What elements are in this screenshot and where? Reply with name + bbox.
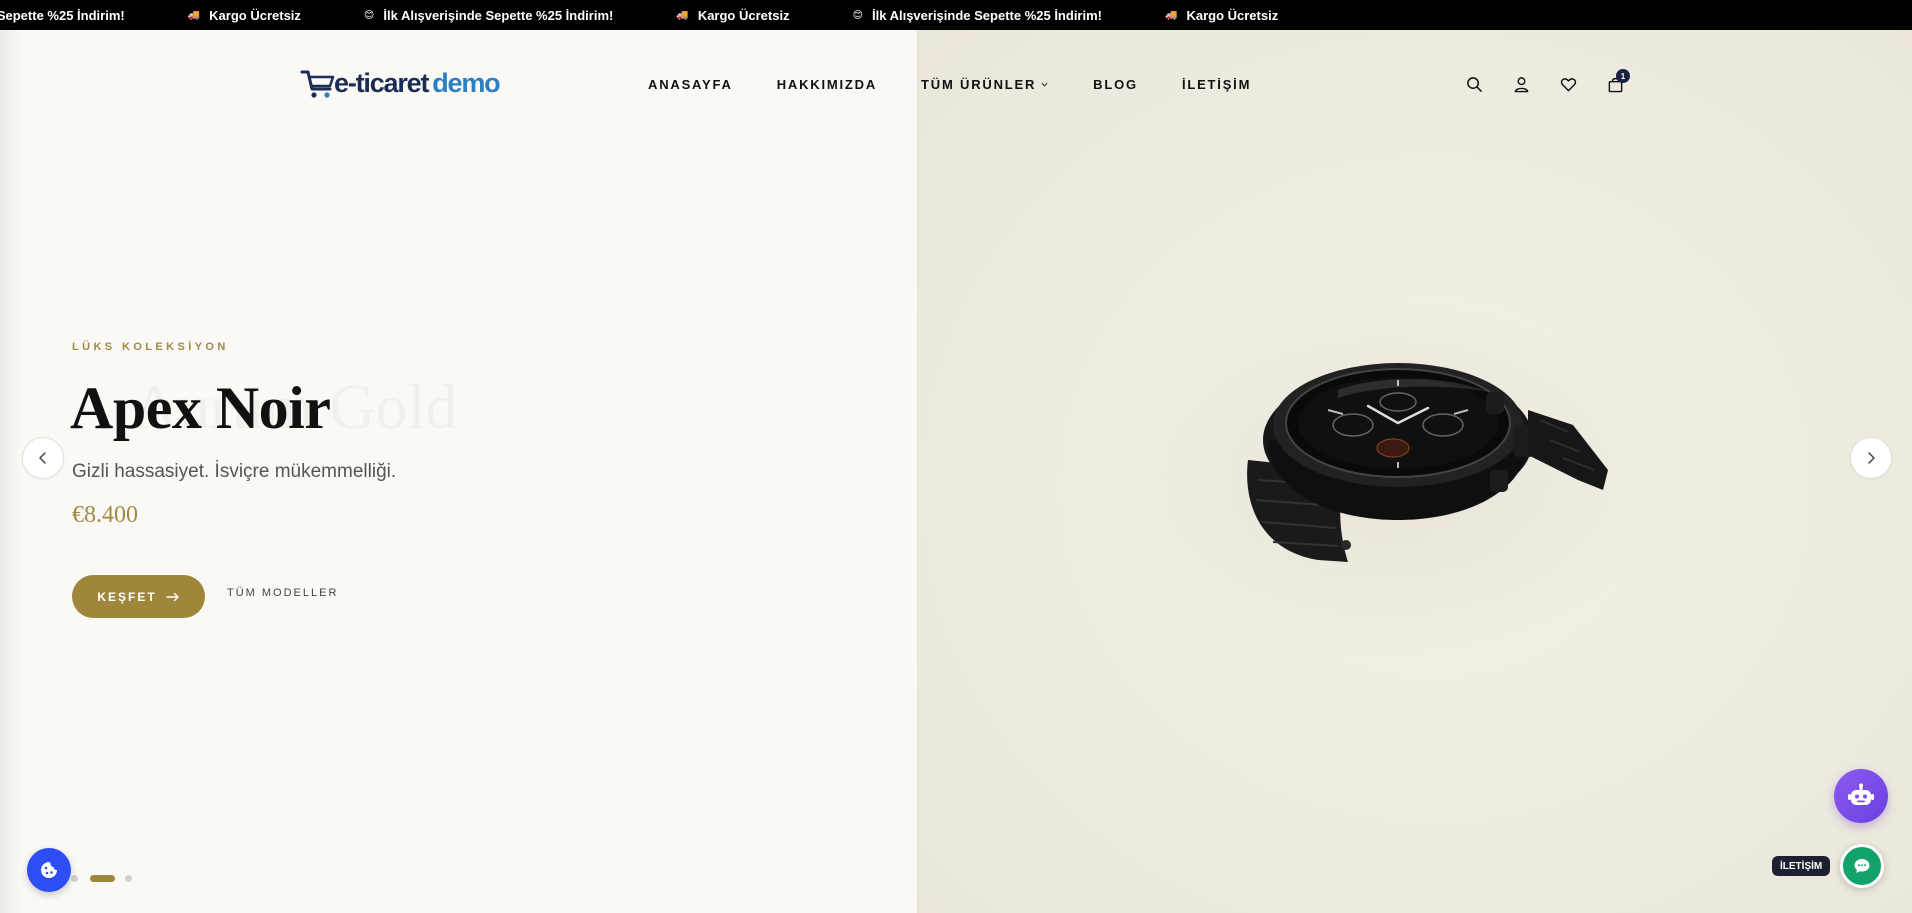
cart-count-badge: 1 [1616, 69, 1630, 83]
arrow-right-icon [165, 592, 179, 601]
logo-text-secondary: demo [432, 68, 500, 98]
all-models-link[interactable]: TÜM MODELLER [227, 587, 338, 599]
chevron-down-icon [1041, 82, 1048, 87]
search-button[interactable] [1464, 74, 1484, 94]
chevron-right-icon [1868, 452, 1875, 464]
chat-bubble-icon [1854, 859, 1870, 873]
announcement-item: 🚚 Kargo Ücretsiz [1165, 7, 1279, 23]
announcement-item: 😊 İlk Alışverişinde Sepette %25 İndirim! [363, 7, 614, 23]
hero-eyebrow: LÜKS KOLEKSİYON [72, 341, 229, 353]
cookie-settings-button[interactable] [27, 848, 71, 892]
logo-text-primary: e-ticaret [334, 68, 429, 98]
announcement-item: 🚚 Kargo Ücretsiz [187, 7, 301, 23]
slider-dot-3[interactable] [125, 875, 132, 882]
wishlist-button[interactable] [1558, 74, 1578, 94]
nav-item-all-products[interactable]: TÜM ÜRÜNLER [921, 77, 1049, 92]
announcement-item: 🚚 Kargo Ücretsiz [676, 7, 790, 23]
search-icon [1466, 76, 1482, 92]
main-nav: ANASAYFA HAKKIMIZDA TÜM ÜRÜNLER BLOG İLE… [648, 76, 1251, 92]
announcement-bar: e Sepette %25 İndirim! 🚚Kargo Ücretsiz 😊… [0, 0, 1912, 30]
cart-logo-icon [300, 70, 335, 98]
slider-next-button[interactable] [1850, 437, 1892, 479]
explore-button-label: KEŞFET [97, 589, 157, 604]
hero-price: €8.400 [72, 502, 138, 528]
account-button[interactable] [1511, 74, 1531, 94]
nav-item-about[interactable]: HAKKIMIZDA [777, 77, 877, 92]
truck-icon: 🚚 [187, 9, 201, 21]
user-icon [1514, 76, 1528, 92]
smile-icon: 😊 [852, 9, 863, 21]
slider-prev-button[interactable] [22, 437, 64, 479]
announcement-item: 😊 İlk Alışverişinde Sepette %25 İndirim! [852, 7, 1102, 23]
product-watch-image [1247, 363, 1608, 562]
slider-dot-1[interactable] [71, 875, 78, 882]
contact-chat-button[interactable] [1840, 844, 1884, 888]
site-logo[interactable]: e-ticaret demo [300, 68, 501, 99]
hero-subtitle: Gizli hassasiyet. İsviçre mükemmelliği. [72, 461, 397, 482]
announcement-marquee: e Sepette %25 İndirim! 🚚Kargo Ücretsiz 😊… [0, 0, 1341, 30]
nav-item-home[interactable]: ANASAYFA [648, 77, 733, 92]
smile-icon: 😊 [363, 9, 375, 21]
nav-item-blog[interactable]: BLOG [1093, 77, 1138, 92]
chevron-left-icon [39, 452, 46, 464]
truck-icon: 🚚 [676, 9, 689, 21]
robot-icon [1848, 783, 1874, 805]
chatbot-button[interactable] [1834, 769, 1888, 823]
announcement-item: e Sepette %25 İndirim! [0, 7, 125, 23]
cookie-icon [41, 862, 57, 878]
heart-icon [1560, 77, 1576, 91]
truck-icon: 🚚 [1165, 9, 1178, 21]
nav-item-contact[interactable]: İLETİŞİM [1182, 77, 1251, 92]
contact-label: İLETİŞİM [1772, 856, 1831, 876]
explore-button[interactable]: KEŞFET [72, 575, 205, 618]
slider-dot-2-active[interactable] [90, 875, 115, 882]
hero-title: Apex Noir [70, 375, 331, 441]
